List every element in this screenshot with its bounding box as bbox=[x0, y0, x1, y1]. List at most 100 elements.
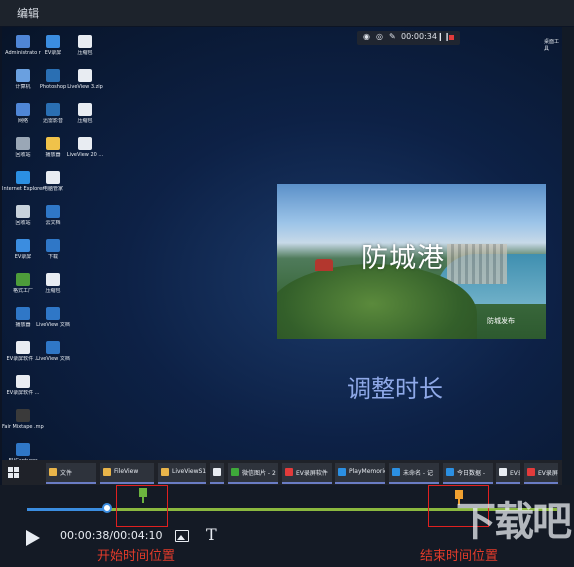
app-icon bbox=[231, 468, 239, 476]
desktop-icon[interactable]: EV录屏软件 ... bbox=[2, 375, 44, 396]
time-display: 00:00:38/00:04:10 bbox=[60, 529, 163, 542]
app-icon bbox=[285, 468, 293, 476]
desktop-icon-label: 压缩包 bbox=[77, 118, 93, 124]
file-icon bbox=[46, 307, 60, 320]
desktop-icon[interactable]: LiveView 3.zip bbox=[64, 69, 106, 90]
window-title: 编辑 bbox=[17, 7, 39, 20]
window-titlebar: 编辑 bbox=[0, 0, 574, 26]
taskbar-item[interactable]: PlayMemories bbox=[335, 463, 385, 484]
timeline-playhead[interactable] bbox=[101, 503, 112, 513]
taskbar-item[interactable]: 微信图片 - 2 bbox=[228, 463, 278, 484]
taskbar-item[interactable]: 今日数据 - bbox=[443, 463, 493, 484]
eye-icon[interactable]: ◉ bbox=[363, 32, 370, 41]
camera-icon[interactable]: ◎ bbox=[376, 32, 383, 41]
right-strip bbox=[562, 27, 574, 485]
app-icon bbox=[103, 468, 111, 476]
file-icon bbox=[16, 341, 30, 354]
desktop-icon-label: LiveView 文档 bbox=[36, 356, 70, 362]
taskbar-item-label: 文件 bbox=[60, 470, 73, 477]
overlay-text: 调整时长 bbox=[347, 375, 443, 403]
file-icon bbox=[16, 69, 30, 82]
file-icon bbox=[46, 239, 60, 252]
recorder-time: 00:00:34 bbox=[401, 32, 437, 41]
taskbar-item[interactable]: FileView bbox=[100, 463, 154, 484]
desktop-icon[interactable]: 云文档 bbox=[32, 205, 74, 226]
play-button[interactable] bbox=[26, 530, 40, 546]
photo-town bbox=[447, 244, 507, 284]
file-icon bbox=[16, 103, 30, 116]
timeline-progress bbox=[27, 508, 107, 511]
desktop-icon[interactable]: LiveView 文档 bbox=[32, 341, 74, 362]
taskbar-item[interactable]: 未命名 - 记 bbox=[389, 463, 439, 484]
file-icon bbox=[46, 171, 60, 184]
taskbar-item-label: EV录屏软件 bbox=[538, 470, 558, 477]
taskbar-item[interactable]: EV录屏软件 bbox=[524, 463, 558, 484]
file-icon bbox=[78, 103, 92, 116]
photo-building bbox=[315, 259, 333, 271]
taskbar: 文件 FileView LiveViewS1 微信图片 - 2 EV录屏软件 PlayMe… bbox=[2, 460, 562, 485]
windows-start-icon[interactable] bbox=[8, 467, 19, 478]
taskbar-item-label: PlayMemories bbox=[349, 468, 385, 475]
file-icon bbox=[16, 443, 30, 456]
file-icon bbox=[78, 69, 92, 82]
end-time-label: 结束时间位置 bbox=[420, 549, 499, 564]
pen-icon[interactable]: ✎ bbox=[389, 32, 396, 41]
app-icon bbox=[49, 468, 57, 476]
desktop-icon-label: 下载 bbox=[47, 254, 58, 260]
taskbar-item-label: EV录屏软件 bbox=[296, 470, 328, 477]
right-top-text: 桌面工具 bbox=[544, 39, 560, 52]
desktop-icon-label: Fair Mixtape .mp4 bbox=[2, 424, 44, 430]
start-time-label: 开始时间位置 bbox=[97, 549, 176, 564]
stop-icon[interactable] bbox=[449, 35, 454, 40]
text-icon[interactable]: T bbox=[206, 525, 217, 544]
taskbar-item[interactable]: 文件 bbox=[46, 463, 96, 484]
desktop-icon-label: 压缩包 bbox=[77, 50, 93, 56]
desktop-icon-label: LiveView 3.zip bbox=[67, 84, 103, 90]
desktop-icon[interactable]: 下载 bbox=[32, 239, 74, 260]
video-preview: Administrato r 计算机 网络 回收站 Internet Explorer 回… bbox=[2, 27, 562, 485]
taskbar-item-label: EV录屏 bbox=[510, 470, 520, 477]
file-icon bbox=[46, 69, 60, 82]
app-icon bbox=[338, 468, 346, 476]
app-icon bbox=[161, 468, 169, 476]
watermark-logo: 下载吧 bbox=[456, 499, 572, 545]
taskbar-item-label: FileView bbox=[114, 468, 139, 475]
photo-watermark: 防城发布 bbox=[487, 317, 515, 325]
app-icon bbox=[527, 468, 535, 476]
file-icon bbox=[46, 137, 60, 150]
desktop-icon[interactable]: LiveView 文档 bbox=[32, 307, 74, 328]
app-icon bbox=[392, 468, 400, 476]
desktop-icon[interactable]: 压缩包 bbox=[32, 273, 74, 294]
app-icon bbox=[446, 468, 454, 476]
desktop-icon[interactable]: 压缩包 bbox=[64, 103, 106, 124]
taskbar-item-label: 未命名 - 记 bbox=[403, 470, 433, 477]
taskbar-item[interactable] bbox=[210, 463, 224, 484]
start-flag-icon[interactable] bbox=[139, 488, 147, 503]
image-icon[interactable] bbox=[175, 530, 189, 542]
desktop-icon-label: LiveView 文档 bbox=[36, 322, 70, 328]
taskbar-item[interactable]: EV录屏软件 bbox=[282, 463, 332, 484]
taskbar-item[interactable]: LiveViewS1 bbox=[158, 463, 206, 484]
recorder-control-bar: ◉ ◎ ✎ 00:00:34 ❙❙ bbox=[357, 31, 460, 45]
desktop-icon[interactable]: LiveView 20 ... bbox=[64, 137, 106, 158]
file-icon bbox=[16, 137, 30, 150]
desktop-icon-label: 电脑管家 bbox=[42, 186, 63, 192]
desktop-icon-label: 压缩包 bbox=[45, 288, 61, 294]
taskbar-item-label: LiveViewS1 bbox=[172, 468, 206, 475]
file-icon bbox=[78, 35, 92, 48]
file-icon bbox=[16, 205, 30, 218]
desktop-icon[interactable]: Fair Mixtape .mp4 bbox=[2, 409, 44, 430]
desktop-icon[interactable]: 压缩包 bbox=[64, 35, 106, 56]
file-icon bbox=[16, 375, 30, 388]
file-icon bbox=[46, 35, 60, 48]
desktop-icon-label: LiveView 20 ... bbox=[66, 152, 104, 158]
file-icon bbox=[16, 307, 30, 320]
file-icon bbox=[16, 409, 30, 422]
file-icon bbox=[46, 341, 60, 354]
taskbar-item[interactable]: EV录屏 bbox=[496, 463, 520, 484]
desktop-icon[interactable]: 电脑管家 bbox=[32, 171, 74, 192]
file-icon bbox=[46, 205, 60, 218]
app-icon bbox=[213, 468, 221, 476]
taskbar-item-label: 今日数据 - bbox=[457, 470, 486, 477]
file-icon bbox=[16, 239, 30, 252]
